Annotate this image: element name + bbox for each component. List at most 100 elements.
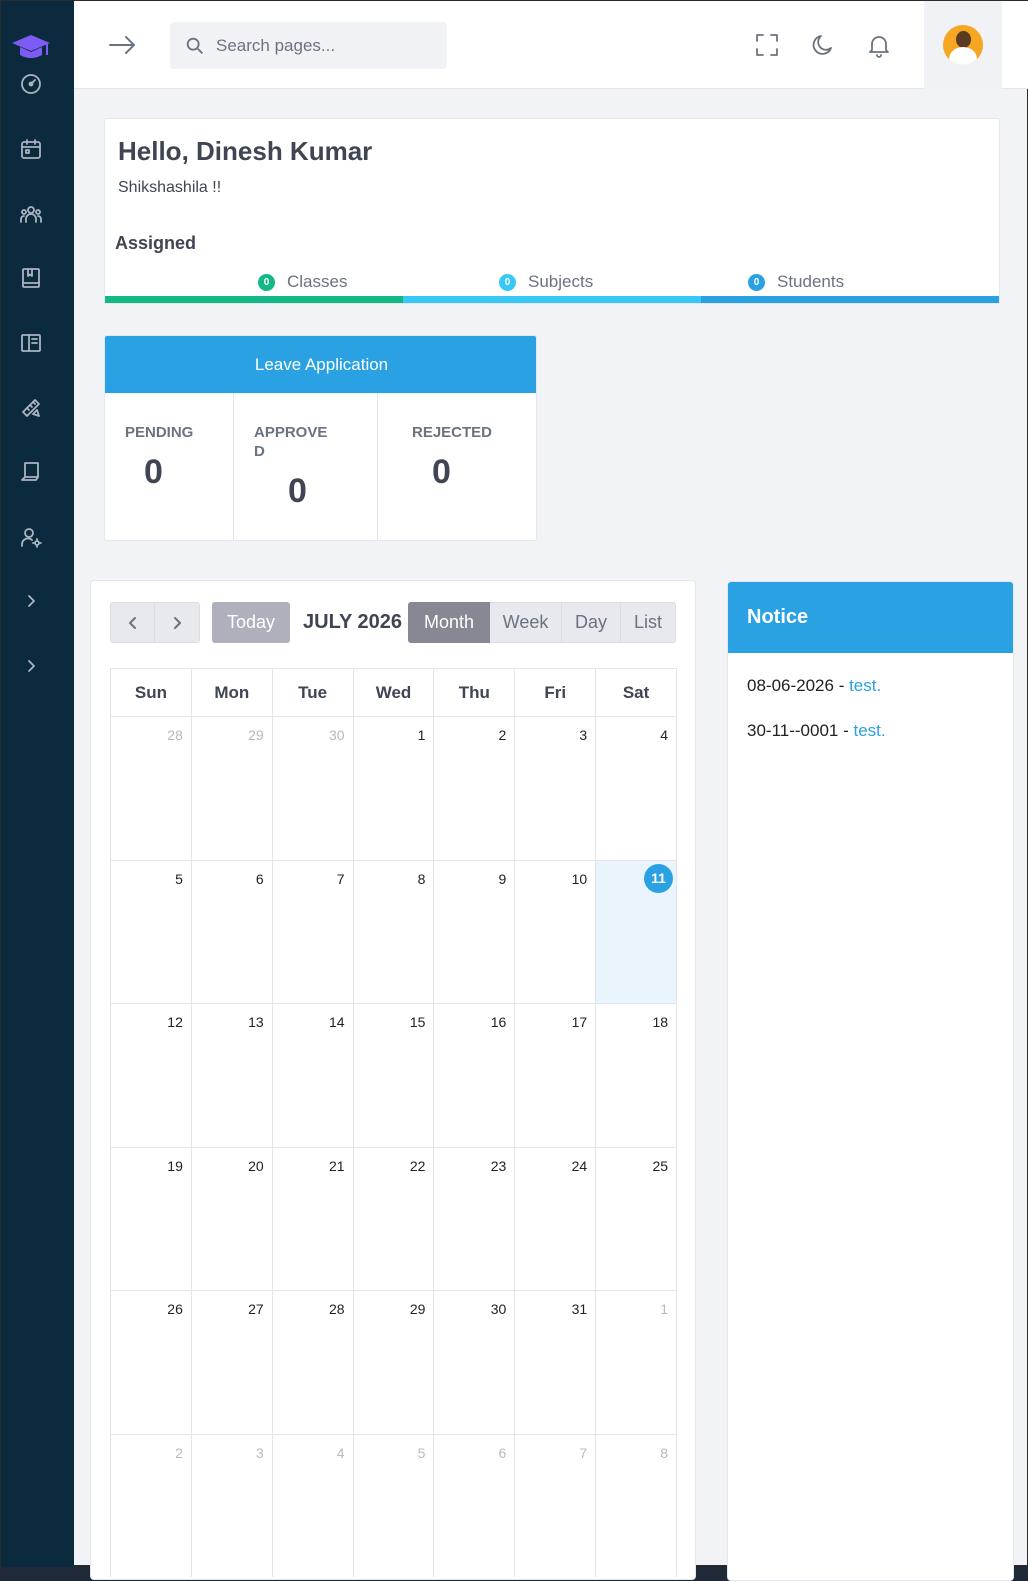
- day-number: 28: [329, 1301, 345, 1317]
- day-cell[interactable]: 31: [515, 1291, 597, 1434]
- toggle-sidebar-arrow-icon[interactable]: [106, 31, 138, 59]
- search-input[interactable]: [216, 35, 436, 56]
- calendar-icon[interactable]: [17, 135, 45, 163]
- day-number: 17: [571, 1014, 588, 1030]
- day-cell[interactable]: 13: [192, 1004, 273, 1147]
- day-number: 9: [498, 870, 507, 887]
- graduation-cap-logo-icon[interactable]: [11, 31, 51, 63]
- day-number: 28: [167, 727, 183, 743]
- day-cell[interactable]: 1: [596, 1291, 678, 1434]
- ruler-pencil-icon[interactable]: [17, 394, 45, 422]
- day-cell[interactable]: 8: [354, 860, 435, 1003]
- chevron-right-icon[interactable]: [17, 587, 45, 615]
- day-cell[interactable]: 2: [111, 1434, 192, 1577]
- next-month-button[interactable]: [155, 602, 200, 643]
- school-name: Shikshashila !!: [118, 179, 222, 196]
- day-cell[interactable]: 20: [192, 1147, 273, 1290]
- week-row: 5 6 7 8 9 10 11: [110, 859, 678, 1003]
- day-cell[interactable]: 25: [596, 1147, 678, 1290]
- day-cell[interactable]: 27: [192, 1291, 273, 1434]
- day-cell[interactable]: 26: [111, 1291, 192, 1434]
- today-day-cell[interactable]: 11: [596, 860, 678, 1003]
- day-cell[interactable]: 4: [273, 1434, 354, 1577]
- user-settings-icon[interactable]: [17, 523, 45, 551]
- notice-date: 30-11--0001: [747, 721, 839, 740]
- day-cell[interactable]: 3: [515, 717, 597, 860]
- subjects-bar: [403, 296, 701, 303]
- day-number: 30: [490, 1301, 507, 1317]
- day-cell[interactable]: 2: [434, 717, 516, 860]
- laptop-icon[interactable]: [17, 458, 45, 486]
- chevron-right-icon: [174, 616, 181, 629]
- day-cell[interactable]: 23: [434, 1147, 516, 1290]
- day-cell[interactable]: 9: [434, 860, 516, 1003]
- day-number: 24: [571, 1157, 588, 1174]
- day-number: 26: [167, 1301, 183, 1317]
- calendar-nav: [110, 602, 200, 643]
- notice-link[interactable]: test.: [849, 676, 881, 695]
- day-number: 5: [175, 870, 183, 887]
- notification-bell-icon[interactable]: [865, 31, 893, 59]
- day-cell[interactable]: 17: [515, 1004, 597, 1147]
- view-list-button[interactable]: List: [621, 602, 676, 643]
- day-cell[interactable]: 7: [515, 1434, 597, 1577]
- dashboard-gauge-icon[interactable]: [17, 70, 45, 98]
- leave-approved: APPROVE D 0: [234, 393, 378, 540]
- day-number: 14: [329, 1014, 345, 1030]
- notice-card: Notice 08-06-2026 - test. 30-11--0001 - …: [727, 581, 1014, 1581]
- day-cell[interactable]: 3: [192, 1434, 273, 1577]
- day-cell[interactable]: 29: [354, 1291, 435, 1434]
- day-cell[interactable]: 18: [596, 1004, 678, 1147]
- day-cell[interactable]: 5: [354, 1434, 435, 1577]
- weekday-label: Sat: [622, 682, 650, 702]
- weekday-header: Sun Mon Tue Wed Thu Fri Sat: [110, 668, 677, 716]
- book-icon[interactable]: [17, 264, 45, 292]
- view-week-button[interactable]: Week: [490, 602, 562, 643]
- day-number: 18: [652, 1014, 669, 1030]
- leave-rejected: REJECTED 0: [378, 393, 536, 540]
- fullscreen-icon[interactable]: [753, 31, 781, 59]
- notice-link[interactable]: test.: [853, 721, 885, 740]
- day-cell[interactable]: 10: [515, 860, 597, 1003]
- prev-month-button[interactable]: [110, 602, 155, 643]
- day-cell[interactable]: 5: [111, 860, 192, 1003]
- day-cell[interactable]: 29: [192, 717, 273, 860]
- notice-date: 08-06-2026: [747, 676, 834, 695]
- day-cell[interactable]: 24: [515, 1147, 597, 1290]
- day-cell[interactable]: 28: [111, 717, 192, 860]
- day-number: 3: [255, 1444, 264, 1461]
- day-cell[interactable]: 6: [434, 1434, 516, 1577]
- day-number: 15: [409, 1014, 426, 1030]
- day-cell[interactable]: 15: [354, 1004, 435, 1147]
- day-cell[interactable]: 19: [111, 1147, 192, 1290]
- day-cell[interactable]: 22: [354, 1147, 435, 1290]
- day-cell[interactable]: 16: [434, 1004, 516, 1147]
- day-cell[interactable]: 21: [273, 1147, 354, 1290]
- dark-mode-moon-icon[interactable]: [809, 31, 837, 59]
- calendar-title: JULY 2026: [303, 611, 402, 633]
- day-cell[interactable]: 28: [273, 1291, 354, 1434]
- students-bar: [701, 296, 999, 303]
- chevron-right-icon[interactable]: [17, 652, 45, 680]
- view-month-button[interactable]: Month: [408, 602, 490, 643]
- weekday-label: Fri: [515, 669, 597, 716]
- avatar[interactable]: [943, 25, 983, 65]
- day-cell[interactable]: 1: [354, 717, 435, 860]
- day-cell[interactable]: 6: [192, 860, 273, 1003]
- day-number: 12: [167, 1014, 183, 1030]
- day-cell[interactable]: 8: [596, 1434, 678, 1577]
- day-cell[interactable]: 14: [273, 1004, 354, 1147]
- count-badge: 0: [258, 273, 275, 291]
- day-cell[interactable]: 4: [596, 717, 678, 860]
- today-button[interactable]: Today: [212, 602, 290, 643]
- leave-application-title[interactable]: Leave Application: [105, 336, 536, 393]
- view-day-button[interactable]: Day: [562, 602, 621, 643]
- day-cell[interactable]: 7: [273, 860, 354, 1003]
- users-group-icon[interactable]: [17, 200, 45, 228]
- day-cell[interactable]: 30: [434, 1291, 516, 1434]
- approved-value: 0: [288, 472, 307, 510]
- day-cell[interactable]: 12: [111, 1004, 192, 1147]
- day-cell[interactable]: 30: [273, 717, 354, 860]
- book-open-icon[interactable]: [17, 329, 45, 357]
- day-number: 8: [660, 1444, 669, 1461]
